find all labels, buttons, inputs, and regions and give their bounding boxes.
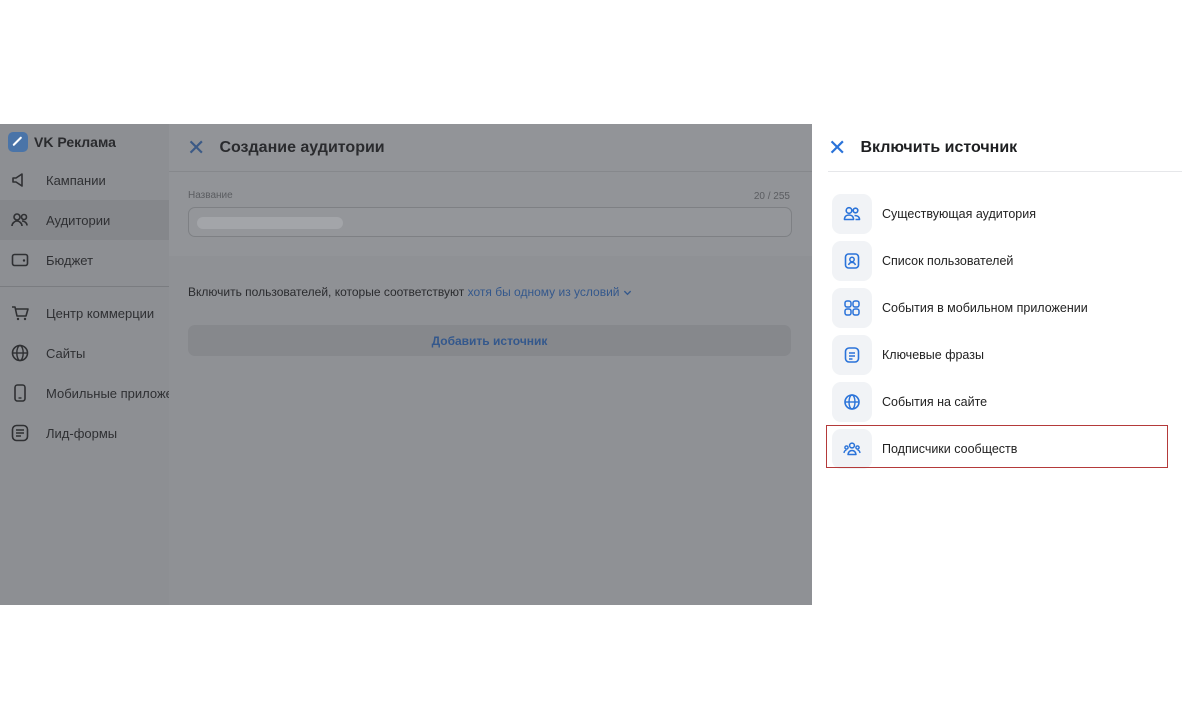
name-field-label: Название [188, 190, 233, 201]
drawer-header: ✕ Включить источник [812, 124, 1200, 171]
sidebar-item-label: Бюджет [46, 252, 94, 268]
drawer-title: Включить источник [860, 138, 1018, 156]
enable-source-drawer: ✕ Включить источник Существующая аудитор… [812, 124, 1200, 605]
source-community-subscribers[interactable]: Подписчики сообществ [812, 425, 1200, 472]
globe-icon [832, 381, 872, 422]
sidebar-item-campaigns[interactable]: Кампании [0, 160, 169, 200]
source-existing-audience[interactable]: Существующая аудитория [812, 190, 1200, 237]
rule-text: Включить пользователей, которые соответс… [188, 285, 465, 299]
sidebar-item-sites[interactable]: Сайты [0, 333, 169, 373]
source-label: Существующая аудитория [882, 206, 1036, 221]
close-icon[interactable]: ✕ [828, 136, 846, 159]
sidebar-item-label: Кампании [46, 172, 106, 188]
list-form-icon [11, 424, 29, 442]
community-icon [832, 428, 872, 469]
name-char-counter: 20 / 255 [753, 191, 790, 202]
rule-link-text: хотя бы одному из условий [467, 285, 620, 299]
source-label: Список пользователей [882, 253, 1014, 268]
source-keywords[interactable]: Ключевые фразы [812, 331, 1200, 378]
app-frame: VK Реклама Кампании Аудитории Бюджет Цен… [0, 124, 1200, 605]
chevron-down-icon [623, 291, 631, 296]
sidebar-divider [0, 286, 169, 287]
sidebar-item-budget[interactable]: Бюджет [0, 240, 169, 280]
sidebar-item-label: Аудитории [46, 212, 111, 228]
text-doc-icon [832, 334, 872, 375]
source-label: Подписчики сообществ [882, 441, 1018, 456]
sidebar-item-mobile-apps[interactable]: Мобильные приложения [0, 373, 169, 413]
globe-icon [11, 344, 29, 362]
brand-title: VK Реклама [34, 134, 116, 150]
phone-icon [14, 384, 26, 402]
rule-line: Включить пользователей, которые соответс… [188, 285, 812, 299]
users-icon [11, 213, 28, 227]
source-mobile-app-events[interactable]: События в мобильном приложении [812, 284, 1200, 331]
sidebar-item-label: Лид-формы [46, 425, 118, 441]
source-label: Ключевые фразы [882, 347, 984, 362]
audience-panel-header: ✕ Создание аудитории [169, 124, 812, 172]
audience-name-input[interactable] [188, 207, 792, 237]
source-user-list[interactable]: Список пользователей [812, 237, 1200, 284]
drawer-divider [828, 171, 1182, 172]
users-outline-icon [832, 193, 872, 234]
megaphone-icon [12, 173, 23, 187]
source-list: Существующая аудитория Список пользовате… [812, 190, 1200, 472]
sidebar-item-lead-forms[interactable]: Лид-формы [0, 413, 169, 453]
sidebar-item-audiences[interactable]: Аудитории [0, 200, 169, 240]
user-list-icon [832, 240, 872, 281]
sidebar-item-commerce[interactable]: Центр коммерции [0, 293, 169, 333]
app-grid-icon [832, 287, 872, 328]
blurred-value [197, 217, 343, 229]
add-source-button[interactable]: Добавить источник [188, 325, 791, 356]
audience-creation-panel: ✕ Создание аудитории Название 20 / 255 В… [169, 124, 812, 605]
page-title: Создание аудитории [219, 138, 385, 156]
sidebar-item-label: Мобильные приложения [46, 385, 169, 401]
sidebar-item-label: Сайты [46, 345, 86, 361]
source-label: События в мобильном приложении [882, 300, 1088, 315]
cart-icon [12, 306, 29, 321]
close-icon[interactable]: ✕ [187, 136, 205, 159]
vk-ads-logo-icon [8, 132, 28, 152]
sidebar-item-label: Центр коммерции [46, 305, 155, 321]
sidebar: VK Реклама Кампании Аудитории Бюджет Цен… [0, 124, 169, 605]
name-field-block: Название 20 / 255 [169, 172, 812, 256]
wallet-icon [11, 253, 29, 267]
rule-condition-dropdown[interactable]: хотя бы одному из условий [468, 285, 632, 299]
brand[interactable]: VK Реклама [0, 124, 169, 160]
source-site-events[interactable]: События на сайте [812, 378, 1200, 425]
source-label: События на сайте [882, 394, 988, 409]
